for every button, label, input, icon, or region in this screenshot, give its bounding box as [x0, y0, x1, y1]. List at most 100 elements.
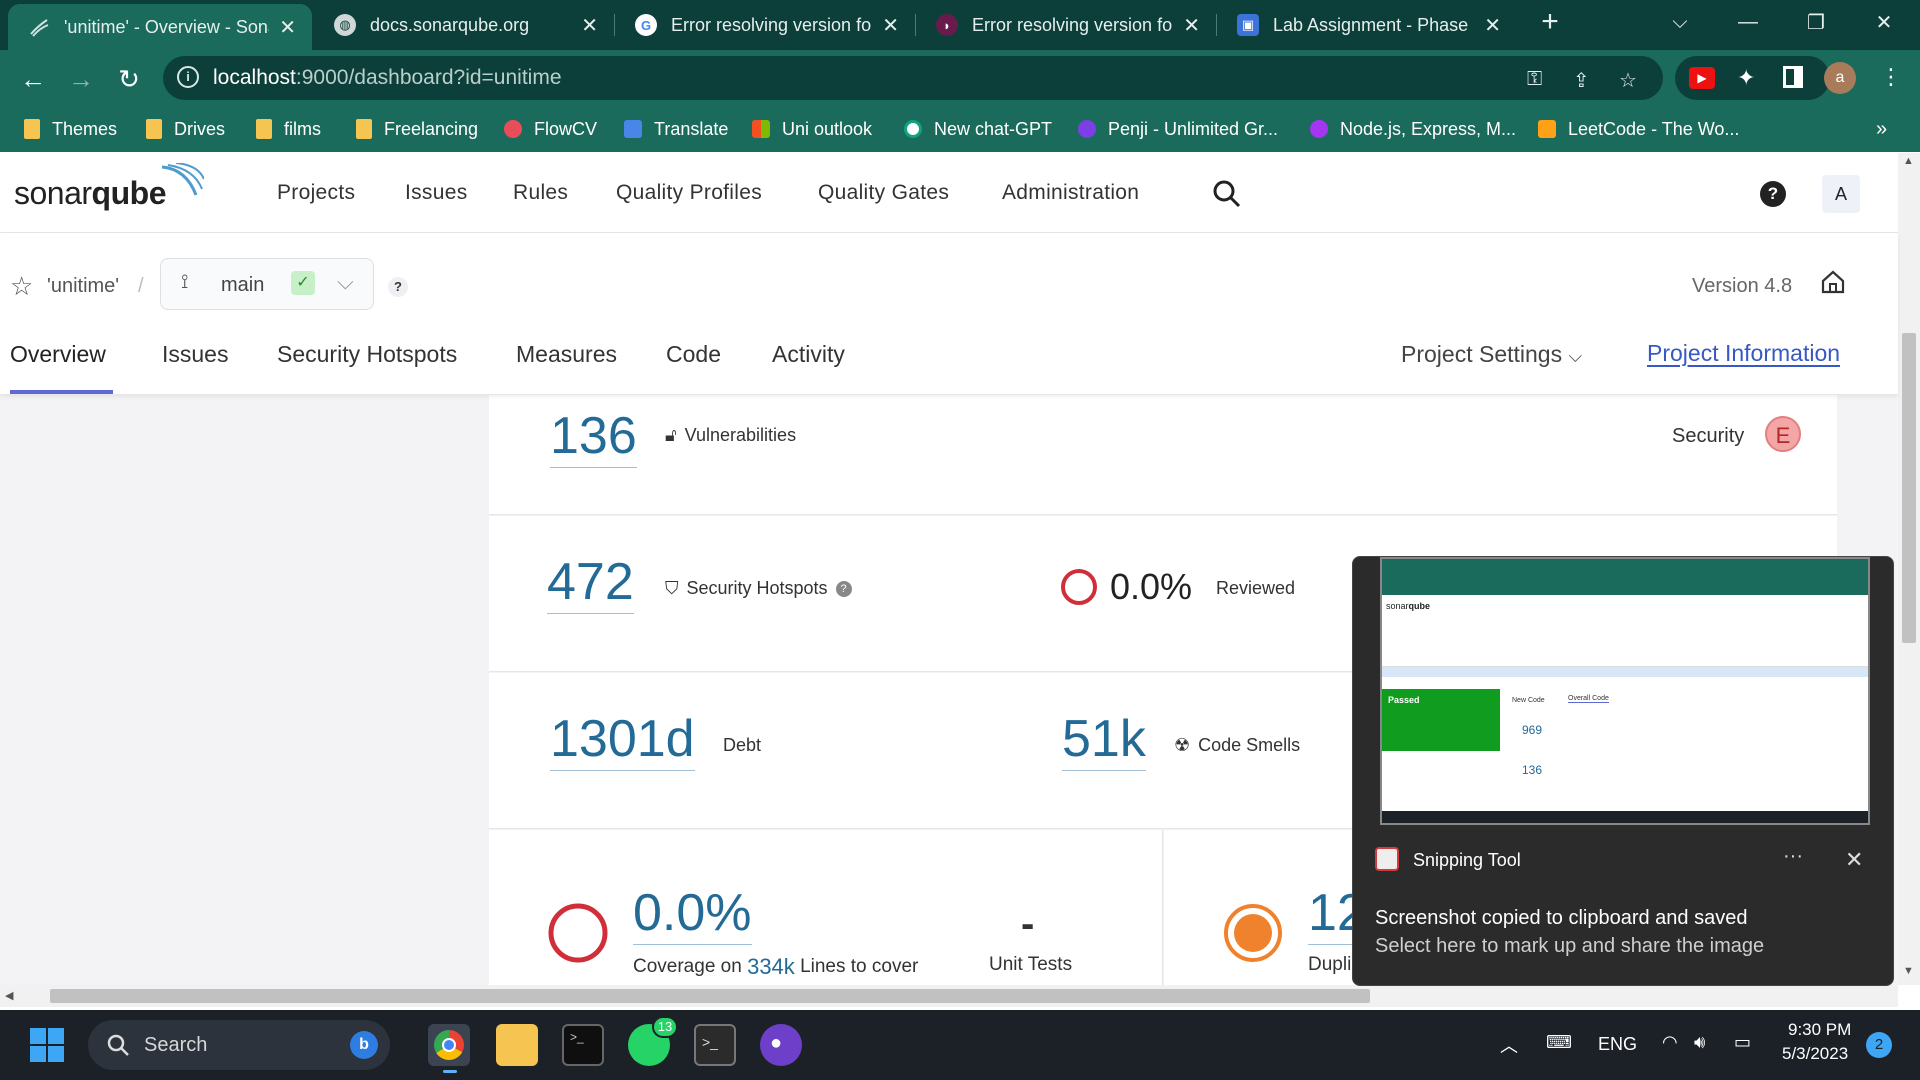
project-information-link[interactable]: Project Information	[1647, 340, 1840, 367]
lines-to-cover-link[interactable]: 334k	[747, 954, 795, 980]
key-icon[interactable]: ⚿	[1527, 68, 1542, 91]
taskbar-cmd[interactable]: >_	[694, 1024, 736, 1066]
bing-icon[interactable]: b	[350, 1031, 378, 1059]
reload-button[interactable]: ↻	[110, 60, 148, 98]
youtube-extension-icon[interactable]: ▶	[1689, 67, 1715, 89]
browser-tab-sonarqube[interactable]: 'unitime' - Overview - SonarQube ✕	[8, 4, 312, 50]
branch-help-icon[interactable]: ?	[388, 277, 408, 297]
minimize-button[interactable]: —	[1718, 0, 1778, 44]
browser-tab-docs[interactable]: ◍ docs.sonarqube.org ✕	[314, 0, 614, 50]
bookmark-nodejs[interactable]: Node.js, Express, M...	[1310, 114, 1516, 144]
branch-selector[interactable]: ⟟ main ✓ ⌵	[160, 258, 374, 310]
back-button[interactable]: ←	[14, 60, 52, 98]
vertical-scrollbar[interactable]: ▲ ▼	[1898, 153, 1920, 985]
browser-tab-lab-assignment[interactable]: ▣ Lab Assignment - Phase 1 ✕	[1217, 0, 1517, 50]
favorite-star-icon[interactable]: ☆	[10, 271, 33, 302]
home-icon[interactable]	[1820, 269, 1846, 295]
taskbar-file-explorer[interactable]	[496, 1024, 538, 1066]
reviewed-percent[interactable]: 0.0%	[1110, 566, 1192, 608]
nav-quality-profiles[interactable]: Quality Profiles	[616, 181, 762, 205]
taskbar-terminal[interactable]: >_	[562, 1024, 604, 1066]
browser-tab-error-1[interactable]: G Error resolving version for plugin ✕	[615, 0, 915, 50]
hotspots-help-icon[interactable]: ?	[835, 580, 852, 597]
snipping-tool-notification[interactable]: sonarqube Passed New Code Overall Code 9…	[1352, 556, 1894, 986]
security-rating-badge[interactable]: E	[1765, 416, 1801, 452]
taskbar-search[interactable]: Search b	[88, 1020, 390, 1070]
vulnerabilities-count[interactable]: 136	[550, 407, 637, 468]
share-icon[interactable]: ⇪	[1573, 68, 1590, 93]
horizontal-scroll-thumb[interactable]	[50, 989, 1370, 1003]
close-tab-icon[interactable]: ✕	[882, 13, 899, 38]
scroll-left-icon[interactable]: ◀	[5, 989, 13, 1002]
close-window-button[interactable]: ✕	[1854, 0, 1914, 44]
extensions-puzzle-icon[interactable]: ✦	[1737, 65, 1755, 91]
tab-code[interactable]: Code	[666, 341, 721, 368]
tab-search-chevron-icon[interactable]: ⌵	[1650, 0, 1710, 44]
taskbar-whatsapp[interactable]: 13	[628, 1016, 678, 1066]
restore-button[interactable]: ❐	[1786, 0, 1846, 44]
bookmark-chatgpt[interactable]: New chat-GPT	[904, 114, 1052, 144]
code-smells-count[interactable]: 51k	[1062, 710, 1146, 771]
close-tab-icon[interactable]: ✕	[279, 15, 296, 40]
nav-administration[interactable]: Administration	[1002, 181, 1139, 205]
bookmark-penji[interactable]: Penji - Unlimited Gr...	[1078, 114, 1278, 144]
battery-icon[interactable]: ▭	[1734, 1032, 1751, 1053]
tab-security-hotspots[interactable]: Security Hotspots	[277, 341, 457, 368]
scroll-down-icon[interactable]: ▼	[1903, 965, 1914, 977]
debt-value[interactable]: 1301d	[550, 710, 695, 771]
bookmarks-overflow-button[interactable]: »	[1876, 114, 1887, 144]
nav-issues[interactable]: Issues	[405, 181, 468, 205]
side-panel-icon[interactable]	[1783, 66, 1803, 88]
volume-icon[interactable]: 🔊︎	[1694, 1032, 1705, 1053]
address-bar[interactable]: i localhost:9000/dashboard?id=unitime ⚿ …	[163, 56, 1663, 100]
user-avatar[interactable]: A	[1822, 175, 1860, 213]
taskbar-chrome[interactable]	[428, 1024, 470, 1073]
bookmark-themes[interactable]: Themes	[24, 114, 117, 144]
search-icon[interactable]	[1212, 179, 1242, 209]
nav-projects[interactable]: Projects	[277, 181, 355, 205]
close-tab-icon[interactable]: ✕	[1484, 13, 1501, 38]
taskbar-github-desktop[interactable]: ●	[760, 1024, 802, 1066]
bookmark-star-icon[interactable]: ☆	[1619, 68, 1637, 93]
sonarqube-logo[interactable]: sonarqube	[14, 175, 166, 212]
tab-issues[interactable]: Issues	[162, 341, 228, 368]
close-tab-icon[interactable]: ✕	[581, 13, 598, 38]
vertical-scroll-thumb[interactable]	[1902, 333, 1916, 643]
bookmark-flowcv[interactable]: FlowCV	[504, 114, 597, 144]
project-name[interactable]: 'unitime'	[47, 275, 119, 298]
tray-overflow-chevron-icon[interactable]: ︿	[1500, 1032, 1518, 1058]
clock-date[interactable]: 5/3/2023	[1782, 1044, 1848, 1064]
site-info-icon[interactable]: i	[177, 66, 199, 88]
bookmark-uni-outlook[interactable]: Uni outlook	[752, 114, 872, 144]
more-options-icon[interactable]: ···	[1783, 845, 1803, 868]
scroll-up-icon[interactable]: ▲	[1903, 155, 1914, 167]
bookmark-freelancing[interactable]: Freelancing	[356, 114, 478, 144]
coverage-percent[interactable]: 0.0%	[633, 884, 752, 945]
bookmark-translate[interactable]: Translate	[624, 114, 728, 144]
clock-time[interactable]: 9:30 PM	[1788, 1020, 1851, 1040]
screenshot-thumbnail[interactable]: sonarqube Passed New Code Overall Code 9…	[1380, 557, 1870, 825]
horizontal-scrollbar[interactable]: ◀	[0, 985, 1898, 1007]
profile-avatar[interactable]: a	[1824, 62, 1856, 94]
new-tab-button[interactable]: +	[1520, 0, 1580, 44]
project-settings-dropdown[interactable]: Project Settings ⌵	[1401, 341, 1582, 368]
help-icon[interactable]: ?	[1760, 181, 1786, 207]
nav-rules[interactable]: Rules	[513, 181, 568, 205]
hotspots-count[interactable]: 472	[547, 553, 634, 614]
close-icon[interactable]: ✕	[1845, 847, 1863, 873]
wifi-icon[interactable]: ◠	[1662, 1032, 1678, 1053]
windows-start-icon[interactable]	[30, 1028, 64, 1062]
menu-dots-icon[interactable]: ⋮	[1880, 64, 1902, 90]
nav-quality-gates[interactable]: Quality Gates	[818, 181, 949, 205]
tab-overview[interactable]: Overview	[10, 341, 106, 368]
forward-button[interactable]: →	[62, 60, 100, 98]
bookmark-films[interactable]: films	[256, 114, 321, 144]
language-indicator[interactable]: ENG	[1598, 1034, 1637, 1055]
tab-activity[interactable]: Activity	[772, 341, 845, 368]
tab-measures[interactable]: Measures	[516, 341, 617, 368]
bookmark-drives[interactable]: Drives	[146, 114, 225, 144]
bookmark-leetcode[interactable]: LeetCode - The Wo...	[1538, 114, 1739, 144]
close-tab-icon[interactable]: ✕	[1183, 13, 1200, 38]
browser-tab-error-2[interactable]: ◗ Error resolving version for plugin ✕	[916, 0, 1216, 50]
keyboard-icon[interactable]: ⌨	[1546, 1032, 1572, 1053]
